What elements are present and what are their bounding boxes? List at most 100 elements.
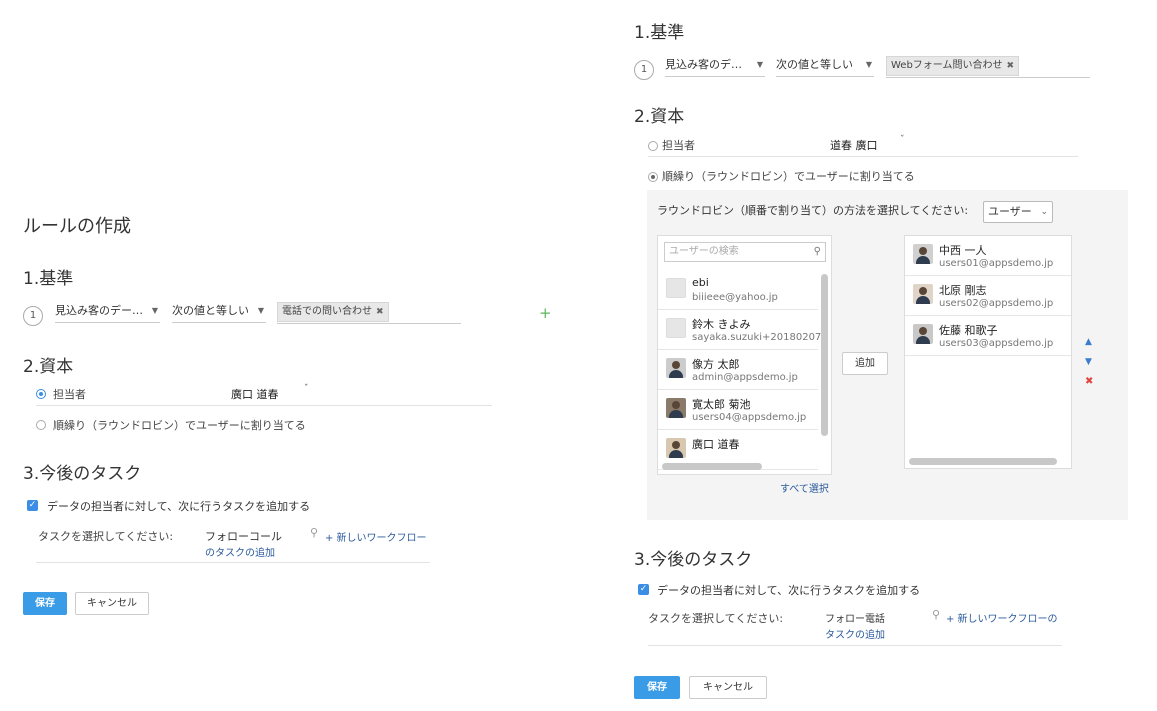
owner-radio[interactable] bbox=[648, 141, 658, 151]
divider bbox=[36, 562, 430, 563]
user-name: 鈴木 きよみ bbox=[692, 318, 751, 331]
avatar bbox=[666, 438, 686, 458]
new-workflow-link[interactable]: + 新しいワークフローの bbox=[946, 610, 1058, 625]
avatar bbox=[913, 284, 933, 304]
tag-label: 電話での問い合わせ bbox=[282, 306, 372, 317]
select-all-link[interactable]: すべて選択 bbox=[780, 480, 829, 495]
search-icon: ⚲ bbox=[813, 246, 821, 257]
avatar bbox=[913, 244, 933, 264]
user-email: users01@appsdemo.jp bbox=[939, 258, 1054, 269]
remove-icon[interactable]: ✖ bbox=[1085, 376, 1093, 387]
avatar bbox=[913, 324, 933, 344]
divider bbox=[648, 645, 1062, 646]
user-search-placeholder: ユーザーの検索 bbox=[669, 246, 739, 257]
method-label: ラウンドロビン（順番で割り当て）の方法を選択してください: bbox=[657, 204, 969, 217]
assign-heading: 2.資本 bbox=[634, 107, 685, 127]
list-item[interactable]: 寛太郎 菊池 users04@appsdemo.jp bbox=[658, 390, 818, 430]
task-select-value[interactable]: フォロー電話 bbox=[825, 610, 885, 625]
tasks-heading: 3.今後のタスク bbox=[634, 550, 753, 570]
avatar bbox=[666, 398, 686, 418]
page-title: ルールの作成 bbox=[23, 216, 131, 237]
roundrobin-radio[interactable] bbox=[648, 172, 658, 182]
chevron-down-icon: ⌄ bbox=[1040, 207, 1048, 217]
new-workflow-link[interactable]: + 新しいワークフロー bbox=[325, 529, 427, 544]
criteria-field-dropdown[interactable]: 見込み客のデ… ▼ bbox=[665, 55, 765, 77]
tasks-checkbox-label: データの担当者に対して、次に行うタスクを追加する bbox=[47, 500, 311, 513]
add-user-button[interactable]: 追加 bbox=[842, 352, 888, 375]
user-email: biiieee@yahoo.jp bbox=[692, 292, 778, 303]
chevron-down-icon[interactable]: ˇ bbox=[900, 135, 905, 145]
tasks-checkbox[interactable]: ✓ bbox=[27, 500, 38, 511]
criteria-heading: 1.基準 bbox=[634, 23, 685, 43]
task-add-link[interactable]: タスクの追加 bbox=[825, 626, 885, 641]
chevron-down-icon[interactable]: ˇ bbox=[304, 384, 309, 394]
move-up-icon[interactable]: ▲ bbox=[1085, 337, 1092, 347]
cancel-button[interactable]: キャンセル bbox=[75, 592, 149, 615]
user-name: 寛太郎 菊池 bbox=[692, 398, 751, 411]
save-button[interactable]: 保存 bbox=[634, 676, 680, 699]
move-down-icon[interactable]: ▼ bbox=[1085, 357, 1092, 367]
owner-value[interactable]: 廣口 道春 bbox=[231, 386, 279, 402]
user-email: sayaka.suzuki+20180207 bbox=[692, 332, 822, 343]
add-criteria-icon[interactable]: + bbox=[539, 304, 552, 322]
save-button[interactable]: 保存 bbox=[23, 592, 67, 615]
user-email: users03@appsdemo.jp bbox=[939, 338, 1054, 349]
task-add-link[interactable]: のタスクの追加 bbox=[205, 544, 275, 559]
tag-label: Webフォーム問い合わせ bbox=[891, 60, 1003, 71]
list-item[interactable]: 佐藤 和歌子 users03@appsdemo.jp bbox=[905, 316, 1071, 356]
owner-label: 担当者 bbox=[53, 388, 86, 401]
criteria-operator-dropdown[interactable]: 次の値と等しい ▼ bbox=[776, 55, 874, 77]
selected-users-list: 中西 一人 users01@appsdemo.jp 北原 剛志 users02@… bbox=[904, 235, 1072, 469]
chevron-down-icon: ▼ bbox=[151, 306, 158, 315]
roundrobin-panel: ラウンドロビン（順番で割り当て）の方法を選択してください: ユーザー ⌄ ユーザ… bbox=[647, 190, 1128, 520]
owner-radio[interactable] bbox=[36, 389, 46, 399]
search-icon[interactable]: ⚲ bbox=[932, 608, 940, 621]
criteria-field-dropdown[interactable]: 見込み客のデー… ▼ bbox=[55, 301, 160, 323]
list-item[interactable]: ebi biiieee@yahoo.jp bbox=[658, 270, 818, 310]
user-name: 北原 剛志 bbox=[939, 284, 987, 297]
list-item[interactable]: 北原 剛志 users02@appsdemo.jp bbox=[905, 276, 1071, 316]
search-icon[interactable]: ⚲ bbox=[310, 526, 318, 539]
user-name: 佐藤 和歌子 bbox=[939, 324, 998, 337]
tasks-checkbox[interactable]: ✓ bbox=[638, 584, 649, 595]
user-name: 中西 一人 bbox=[939, 244, 987, 257]
divider bbox=[36, 405, 492, 406]
task-select-label: タスクを選択してください: bbox=[648, 612, 784, 625]
list-item[interactable]: 像方 太郎 admin@appsdemo.jp bbox=[658, 350, 818, 390]
list-item[interactable]: 中西 一人 users01@appsdemo.jp bbox=[905, 236, 1071, 276]
close-icon[interactable]: ✖ bbox=[1007, 61, 1015, 71]
user-name: ebi bbox=[692, 276, 709, 289]
roundrobin-radio[interactable] bbox=[36, 420, 46, 430]
assign-heading: 2.資本 bbox=[23, 357, 74, 377]
list-item[interactable]: 鈴木 きよみ sayaka.suzuki+20180207 bbox=[658, 310, 822, 350]
method-select[interactable]: ユーザー ⌄ bbox=[983, 201, 1053, 223]
owner-label: 担当者 bbox=[662, 139, 695, 152]
cancel-button[interactable]: キャンセル bbox=[689, 676, 767, 699]
criteria-value-input[interactable]: 電話での問い合わせ ✖ bbox=[277, 300, 461, 324]
user-name: 廣口 道春 bbox=[692, 438, 740, 451]
criteria-operator-value: 次の値と等しい bbox=[172, 304, 249, 317]
task-select-value[interactable]: フォローコール bbox=[205, 528, 282, 544]
tasks-checkbox-label: データの担当者に対して、次に行うタスクを追加する bbox=[657, 584, 921, 597]
roundrobin-label: 順繰り（ラウンドロビン）でユーザーに割り当てる bbox=[53, 419, 306, 432]
criteria-step-number: 1 bbox=[23, 306, 43, 326]
criteria-value-input[interactable]: Webフォーム問い合わせ ✖ bbox=[886, 54, 1090, 78]
criteria-operator-dropdown[interactable]: 次の値と等しい ▼ bbox=[172, 301, 266, 323]
criteria-field-value: 見込み客のデー… bbox=[55, 304, 143, 317]
vertical-scrollbar[interactable] bbox=[821, 274, 828, 436]
criteria-step-number: 1 bbox=[634, 60, 654, 80]
method-select-value: ユーザー bbox=[988, 205, 1032, 218]
tasks-heading: 3.今後のタスク bbox=[23, 464, 142, 484]
user-email: admin@appsdemo.jp bbox=[692, 372, 798, 383]
chevron-down-icon: ▼ bbox=[257, 306, 264, 315]
user-name: 像方 太郎 bbox=[692, 358, 740, 371]
divider bbox=[648, 156, 1078, 157]
close-icon[interactable]: ✖ bbox=[376, 307, 384, 317]
owner-value[interactable]: 道春 廣口 bbox=[830, 137, 878, 153]
chevron-down-icon: ▼ bbox=[756, 60, 763, 69]
criteria-field-value: 見込み客のデ… bbox=[665, 58, 742, 71]
horizontal-scrollbar[interactable] bbox=[909, 458, 1057, 465]
user-email: users04@appsdemo.jp bbox=[692, 412, 807, 423]
user-search-input[interactable]: ユーザーの検索 ⚲ bbox=[664, 242, 826, 262]
horizontal-scrollbar[interactable] bbox=[662, 463, 762, 470]
